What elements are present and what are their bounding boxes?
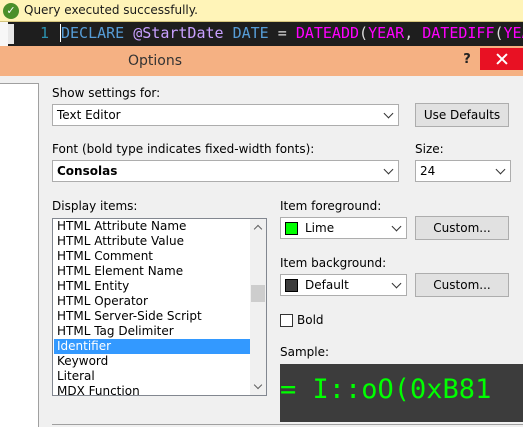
list-item[interactable]: Literal [54, 369, 250, 384]
code-function: DATEDIFF [422, 24, 495, 42]
chevron-down-icon [393, 282, 401, 290]
size-label: Size: [415, 142, 444, 156]
foreground-color-swatch [285, 222, 298, 235]
show-settings-label: Show settings for: [52, 86, 161, 100]
options-tree-pane[interactable] [0, 83, 39, 427]
code-line[interactable]: DECLARE @StartDate DATE = DATEADD(YEAR, … [60, 24, 523, 42]
list-item[interactable]: HTML Entity [54, 279, 250, 294]
display-items-label: Display items: [52, 199, 138, 213]
list-item[interactable]: HTML Element Name [54, 264, 250, 279]
list-item[interactable]: HTML Attribute Value [54, 234, 250, 249]
query-status-bar: ✓ Query executed successfully. [0, 0, 523, 22]
background-color-swatch [285, 279, 298, 292]
scroll-down-icon[interactable] [250, 379, 266, 395]
code-editor[interactable]: 1 DECLARE @StartDate DATE = DATEADD(YEAR… [0, 22, 523, 46]
bold-label: Bold [297, 313, 324, 327]
use-defaults-button[interactable]: Use Defaults [415, 103, 509, 127]
sample-preview: = I::oO(0xB81 [280, 364, 523, 422]
chevron-down-icon [497, 168, 505, 176]
list-item[interactable]: Keyword [54, 354, 250, 369]
scroll-up-icon[interactable] [250, 219, 266, 235]
code-datepart: YEAR [368, 24, 405, 42]
code-operator: = [277, 24, 287, 42]
code-paren: ( [359, 24, 369, 42]
chevron-down-icon [385, 112, 393, 120]
display-items-rows: HTML Attribute Name HTML Attribute Value H… [54, 219, 250, 395]
list-item[interactable]: Identifier [54, 339, 250, 354]
list-item[interactable]: HTML Tag Delimiter [54, 324, 250, 339]
item-foreground-value: Lime [305, 221, 335, 235]
font-dropdown[interactable]: Consolas [52, 160, 399, 182]
item-background-label: Item background: [280, 256, 387, 270]
status-message: Query executed successfully. [24, 3, 198, 17]
dialog-title: Options [127, 53, 183, 69]
display-items-list[interactable]: HTML Attribute Name HTML Attribute Value H… [52, 218, 267, 396]
change-indicator [8, 24, 14, 44]
help-button[interactable]: ? [456, 50, 478, 70]
code-comma: , [404, 24, 414, 42]
list-item[interactable]: MDX Function [54, 384, 250, 395]
list-item[interactable]: HTML Comment [54, 249, 250, 264]
check-icon: ✓ [3, 3, 19, 19]
show-settings-dropdown[interactable]: Text Editor [52, 104, 399, 126]
scroll-thumb[interactable] [251, 285, 265, 302]
code-variable: @StartDate [133, 24, 224, 42]
item-background-dropdown[interactable]: Default [280, 274, 407, 296]
list-item[interactable]: HTML Attribute Name [54, 219, 250, 234]
divider [52, 424, 523, 425]
chevron-down-icon [385, 168, 393, 176]
options-dialog: Options ? Show settings for: Text Editor… [0, 46, 523, 427]
code-function: DATEADD [295, 24, 360, 42]
code-paren: ( [494, 24, 504, 42]
close-button[interactable] [480, 48, 523, 70]
list-item[interactable]: HTML Server-Side Script [54, 309, 250, 324]
chevron-down-icon [393, 225, 401, 233]
close-icon [496, 53, 508, 65]
sample-text: = I::oO(0xB81 [280, 374, 492, 405]
list-item[interactable]: HTML Operator [54, 294, 250, 309]
show-settings-value: Text Editor [57, 108, 121, 122]
font-label: Font (bold type indicates fixed-width fo… [52, 142, 315, 156]
dialog-titlebar[interactable]: Options ? [0, 46, 523, 76]
sample-label: Sample: [280, 345, 330, 359]
line-number: 1 [40, 24, 50, 42]
code-datepart: YEAR [503, 24, 523, 42]
item-background-value: Default [305, 278, 349, 292]
font-value: Consolas [57, 164, 118, 178]
code-type: DATE [232, 24, 269, 42]
list-scrollbar[interactable] [250, 219, 266, 395]
code-keyword: DECLARE [61, 24, 125, 42]
bold-checkbox[interactable] [280, 314, 293, 327]
size-value: 24 [420, 164, 436, 178]
background-custom-button[interactable]: Custom... [415, 273, 509, 297]
item-foreground-dropdown[interactable]: Lime [280, 217, 407, 239]
foreground-custom-button[interactable]: Custom... [415, 216, 509, 240]
item-foreground-label: Item foreground: [280, 199, 382, 213]
editor-gutter [0, 22, 8, 46]
size-dropdown[interactable]: 24 [415, 160, 511, 182]
